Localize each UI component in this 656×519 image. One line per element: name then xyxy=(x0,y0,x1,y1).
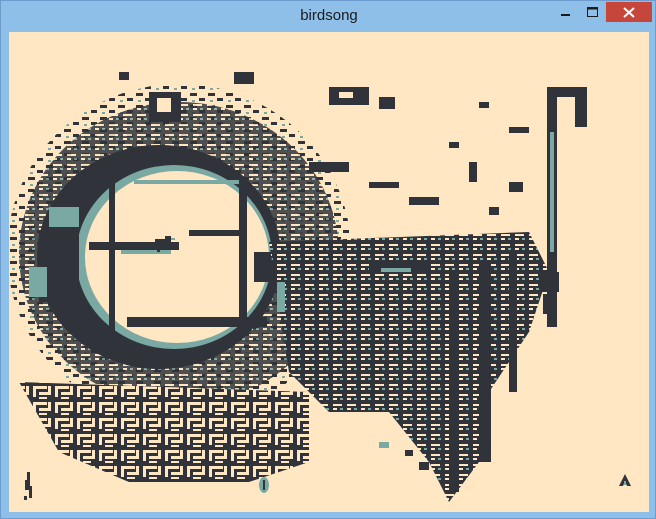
ruins-structure xyxy=(269,232,549,502)
maximize-icon xyxy=(586,7,598,17)
game-window: birdsong xyxy=(0,0,656,519)
tower xyxy=(547,87,587,97)
game-canvas[interactable] xyxy=(9,32,649,512)
close-icon xyxy=(623,6,635,18)
maximize-button[interactable] xyxy=(579,2,605,22)
up-arrow-icon[interactable] xyxy=(617,472,633,492)
maze-floor xyxy=(19,382,309,482)
game-world xyxy=(9,72,587,502)
seed-icon xyxy=(257,476,271,494)
close-button[interactable] xyxy=(606,2,652,22)
minimize-icon xyxy=(561,14,570,16)
bird-silhouette-icon xyxy=(23,472,35,502)
title-bar[interactable]: birdsong xyxy=(1,1,656,32)
minimize-button[interactable] xyxy=(553,2,579,22)
